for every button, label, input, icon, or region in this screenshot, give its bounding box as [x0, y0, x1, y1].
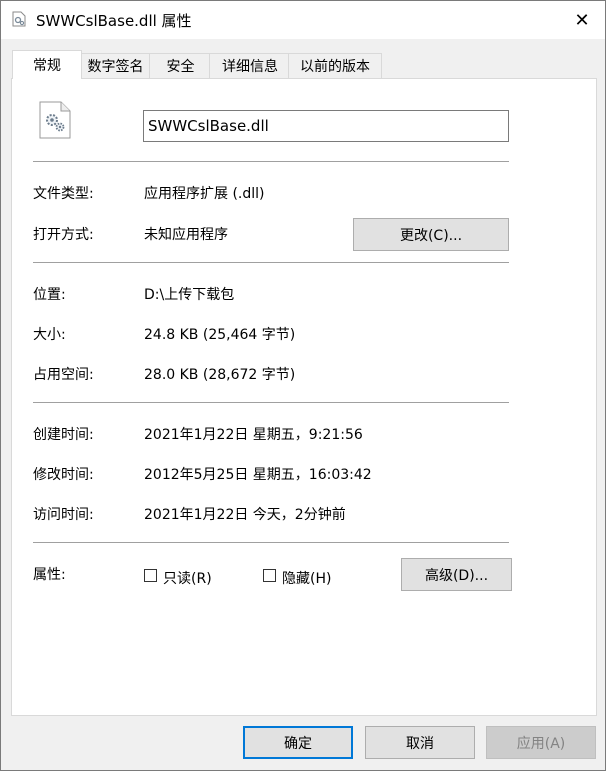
separator: [33, 161, 509, 162]
size-on-disk-value: 28.0 KB (28,672 字节): [144, 367, 296, 383]
attributes-label: 属性:: [33, 567, 66, 583]
cancel-button[interactable]: 取消: [365, 726, 475, 759]
created-value: 2021年1月22日 星期五，9:21:56: [144, 427, 363, 443]
separator: [33, 542, 509, 543]
hidden-label[interactable]: 隐藏(H): [282, 568, 331, 588]
apply-button[interactable]: 应用(A): [486, 726, 596, 759]
separator: [33, 402, 509, 403]
tab-previous-versions[interactable]: 以前的版本: [288, 53, 382, 78]
open-with-label: 打开方式:: [33, 227, 94, 243]
readonly-checkbox[interactable]: [144, 569, 157, 582]
tab-security[interactable]: 安全: [149, 53, 212, 78]
readonly-label[interactable]: 只读(R): [163, 568, 212, 588]
location-value: D:\上传下载包: [144, 287, 235, 303]
title-bar[interactable]: SWWCslBase.dll 属性 ✕: [1, 1, 605, 39]
close-icon: ✕: [574, 9, 590, 31]
advanced-button[interactable]: 高级(D)...: [401, 558, 512, 591]
modified-label: 修改时间:: [33, 467, 94, 483]
file-type-value: 应用程序扩展 (.dll): [144, 186, 265, 202]
ok-button[interactable]: 确定: [243, 726, 353, 759]
general-panel: [11, 78, 597, 716]
hidden-checkbox[interactable]: [263, 569, 276, 582]
created-label: 创建时间:: [33, 427, 94, 443]
tab-general[interactable]: 常规: [12, 50, 82, 79]
properties-window: SWWCslBase.dll 属性 ✕ 常规 数字签名 安全 详细信息 以前的版…: [0, 0, 606, 771]
window-title: SWWCslBase.dll 属性: [36, 12, 192, 30]
tab-digital-signatures[interactable]: 数字签名: [79, 53, 152, 78]
dll-file-icon: [11, 11, 27, 27]
size-value: 24.8 KB (25,464 字节): [144, 327, 296, 343]
open-with-value: 未知应用程序: [144, 227, 228, 243]
dll-file-icon-large: [39, 101, 71, 139]
modified-value: 2012年5月25日 星期五，16:03:42: [144, 467, 372, 483]
close-button[interactable]: ✕: [559, 1, 605, 39]
location-label: 位置:: [33, 287, 66, 303]
size-on-disk-label: 占用空间:: [33, 367, 94, 383]
accessed-label: 访问时间:: [33, 507, 94, 523]
separator: [33, 262, 509, 263]
accessed-value: 2021年1月22日 今天，2分钟前: [144, 507, 346, 523]
size-label: 大小:: [33, 327, 66, 343]
change-button[interactable]: 更改(C)...: [353, 218, 509, 251]
tab-details[interactable]: 详细信息: [209, 53, 291, 78]
file-name-field[interactable]: SWWCslBase.dll: [143, 110, 509, 142]
file-type-label: 文件类型:: [33, 186, 94, 202]
